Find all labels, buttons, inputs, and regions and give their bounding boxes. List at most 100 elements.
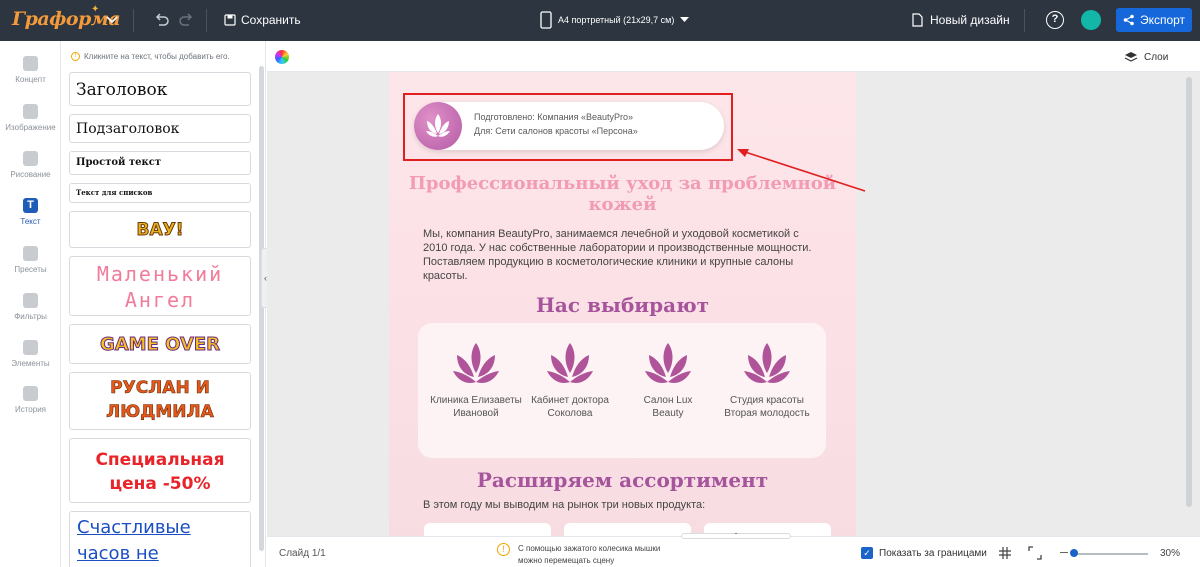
rail-item-label: Фильтры [14, 312, 47, 321]
font-item-heading[interactable]: Заголовок [69, 72, 251, 106]
workspace-scrollbar[interactable] [1186, 77, 1192, 507]
rail-item-label: Элементы [11, 359, 50, 368]
rail-item-label: Концепт [15, 75, 46, 84]
format-label: A4 портретный (21x29,7 см) [558, 15, 675, 25]
save-button[interactable]: Сохранить [224, 11, 301, 29]
font-item-label: Специальная цена -50% [95, 450, 225, 494]
checkbox-checked-icon[interactable]: ✓ [861, 547, 873, 559]
rail-item-concept[interactable]: Концепт [0, 56, 61, 84]
font-item-game-over[interactable]: GAME OVER [69, 324, 251, 364]
rail-item-label: История [14, 405, 47, 414]
fit-screen-icon[interactable] [1028, 546, 1042, 560]
new-design-label: Новый дизайн [930, 13, 1010, 27]
rail-item-label: Пресеты [14, 265, 47, 274]
presets-icon [23, 246, 38, 261]
app-window: Граформа ✦ Сохранить A4 портретный (21x2… [0, 0, 1200, 567]
client-card[interactable]: Студия красоты Вторая молодость [721, 341, 813, 420]
help-icon[interactable]: ? [1046, 11, 1064, 29]
clients-block[interactable]: Клиника Елизаветы Ивановой Кабинет докто… [418, 323, 826, 458]
font-item-ruslan[interactable]: Руслан и Людмила [69, 372, 251, 430]
app-logo[interactable]: Граформа [12, 8, 121, 30]
brush-icon [23, 151, 38, 166]
save-icon [224, 14, 236, 26]
info-icon: ! [71, 52, 80, 61]
font-item-list[interactable]: Текст для списков [69, 183, 251, 203]
font-item-label: GAME OVER [99, 334, 221, 356]
left-rail: Концепт Изображение Рисование T Текст Пре… [0, 41, 61, 567]
choose-us-heading[interactable]: Нас выбирают [389, 293, 856, 317]
product-card[interactable] [564, 523, 691, 536]
top-bar: Граформа ✦ Сохранить A4 портретный (21x2… [0, 0, 1200, 41]
font-item-wow[interactable]: ВАУ! [69, 211, 251, 248]
rail-item-elements[interactable]: Элементы [0, 340, 61, 368]
export-button[interactable]: Экспорт [1116, 8, 1192, 32]
panel-hint: ! Кликните на текст, чтобы добавить его. [71, 52, 230, 61]
show-bounds-label: Показать за границами [879, 547, 987, 559]
client-card[interactable]: Салон Lux Beauty [622, 341, 714, 420]
range-paragraph[interactable]: В этом году мы выводим на рынок три новы… [423, 499, 843, 511]
highlight-box [403, 93, 733, 161]
zoom-slider-thumb[interactable] [1070, 549, 1078, 557]
toolbar-divider [1024, 9, 1025, 32]
range-heading[interactable]: Расширяем ассортимент [389, 468, 856, 492]
product-card[interactable] [424, 523, 551, 536]
workspace-toolbar: Слои [267, 41, 1200, 72]
show-outside-bounds-toggle[interactable]: ✓ Показать за границами [861, 547, 987, 559]
color-wheel-icon[interactable] [275, 50, 289, 64]
rail-item-text[interactable]: T Текст [0, 198, 61, 226]
font-item-label: Текст для списков [76, 188, 153, 197]
font-item-subheading[interactable]: Подзаголовок [69, 114, 251, 143]
expand-slides-handle[interactable]: ⌃ [681, 533, 791, 539]
font-item-plain[interactable]: Простой текст [69, 151, 251, 175]
toolbar-divider [206, 9, 207, 32]
font-item-label: Маленький Ангел [96, 262, 224, 312]
image-icon [23, 104, 38, 119]
lotus-icon [453, 343, 499, 383]
font-item-sale[interactable]: Специальная цена -50% [69, 438, 251, 503]
client-card[interactable]: Кабинет доктора Соколова [524, 341, 616, 420]
format-dropdown[interactable]: A4 портретный (21x29,7 см) [540, 9, 690, 31]
client-name: Студия красоты Вторая молодость [724, 395, 810, 419]
zoom-value: 30% [1160, 548, 1181, 559]
annotation-arrow [737, 149, 866, 192]
client-name: Клиника Елизаветы Ивановой [430, 395, 522, 419]
grid-icon[interactable] [999, 547, 1011, 559]
redo-icon[interactable] [178, 11, 196, 29]
export-label: Экспорт [1139, 13, 1186, 27]
logo-sparkle-icon: ✦ [91, 4, 100, 15]
client-name: Кабинет доктора Соколова [531, 395, 609, 419]
undo-icon[interactable] [152, 11, 170, 29]
elements-icon [23, 340, 38, 355]
font-item-angel[interactable]: Маленький Ангел [69, 256, 251, 316]
save-label: Сохранить [241, 13, 301, 27]
zoom-slider[interactable] [1072, 553, 1148, 555]
chevron-down-icon[interactable] [105, 12, 119, 26]
filters-icon [23, 293, 38, 308]
font-item-hours[interactable]: Счастливые часов не наблюдают [69, 511, 251, 567]
rail-item-drawing[interactable]: Рисование [0, 151, 61, 179]
rail-item-history[interactable]: История [0, 386, 61, 414]
rail-item-filters[interactable]: Фильтры [0, 293, 61, 321]
slide-intro-paragraph[interactable]: Мы, компания BeautyPro, занимаемся лечеб… [423, 227, 823, 283]
avatar[interactable] [1081, 10, 1101, 30]
layers-button[interactable]: Слои [1124, 51, 1168, 63]
page-portrait-icon [540, 11, 552, 29]
font-item-label: Заголовок [76, 80, 168, 100]
layers-label: Слои [1144, 51, 1169, 63]
rail-item-image[interactable]: Изображение [0, 104, 61, 132]
document-icon [912, 13, 923, 27]
status-hint: ! С помощью зажатого колесика мышки можн… [497, 543, 678, 567]
info-icon: ! [497, 543, 510, 556]
font-item-label: Руслан и Людмила [106, 378, 214, 423]
rail-item-label: Рисование [10, 170, 51, 179]
client-card[interactable]: Клиника Елизаветы Ивановой [430, 341, 522, 420]
font-item-label: ВАУ! [136, 220, 184, 241]
rail-item-label: Текст [20, 217, 41, 226]
rail-item-presets[interactable]: Пресеты [0, 246, 61, 274]
new-design-button[interactable]: Новый дизайн [912, 11, 1010, 29]
panel-scrollbar[interactable] [259, 66, 264, 551]
slide-counter: Слайд 1/1 [279, 548, 326, 559]
text-icon: T [23, 198, 38, 213]
zoom-out-icon[interactable] [1060, 552, 1068, 553]
panel-hint-text: Кликните на текст, чтобы добавить его. [84, 52, 230, 61]
